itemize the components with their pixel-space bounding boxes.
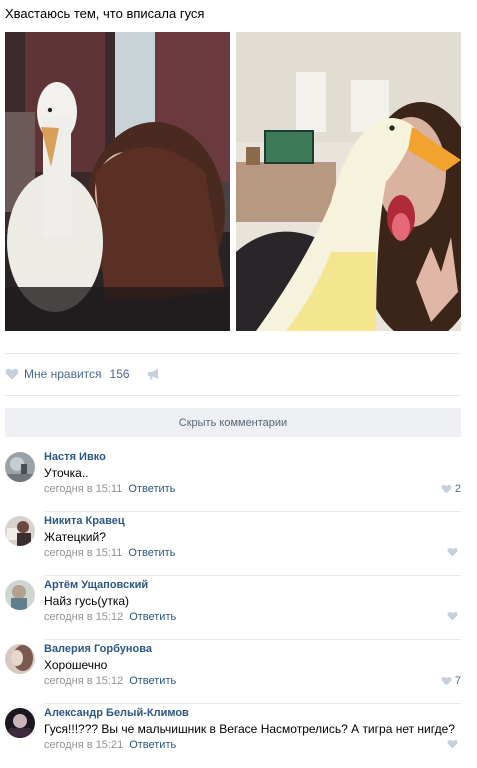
comment-text: Хорошечно (44, 658, 108, 672)
comment-time[interactable]: сегодня в 15:11 (44, 483, 122, 495)
duck-photo-1 (5, 32, 230, 331)
like-row[interactable]: Мне нравится 156 (5, 366, 161, 382)
hide-comments-button[interactable]: Скрыть комментарии (5, 408, 461, 437)
comment-time[interactable]: сегодня в 15:12 (44, 611, 123, 623)
reply-link[interactable]: Ответить (129, 739, 176, 751)
comment-like-count: 7 (454, 675, 461, 687)
comment-like-button[interactable]: 7 (441, 675, 461, 687)
comment-time[interactable]: сегодня в 15:11 (44, 547, 122, 559)
comment-text: Уточка.. (44, 466, 89, 480)
reply-link[interactable]: Ответить (128, 547, 175, 559)
comment-meta: сегодня в 15:11 Ответить (44, 483, 175, 495)
duck-photo-2 (236, 32, 461, 331)
comment-like-button[interactable]: 2 (441, 483, 461, 495)
comment-author[interactable]: Настя Ивко (44, 451, 106, 463)
comment-like-count: 2 (454, 483, 461, 495)
heart-icon[interactable] (447, 739, 458, 749)
comment: Настя Ивко Уточка.. сегодня в 15:11 Ответ… (5, 448, 461, 512)
heart-icon[interactable] (447, 611, 458, 621)
comment-text: Гуся!!!??? Вы че мальчишник в Вегасе Нас… (44, 722, 455, 736)
megaphone-icon[interactable] (147, 368, 161, 380)
comment-meta: сегодня в 15:12 Ответить (44, 675, 176, 687)
comment-like-button[interactable] (447, 611, 461, 621)
comment-text: Жатецкий? (44, 530, 106, 544)
avatar[interactable] (5, 580, 35, 610)
avatar[interactable] (5, 516, 35, 546)
reply-link[interactable]: Ответить (129, 611, 176, 623)
comment-author[interactable]: Валерия Горбунова (44, 643, 152, 655)
comment-meta: сегодня в 15:11 Ответить (44, 547, 175, 559)
heart-icon[interactable] (5, 368, 19, 380)
comment: Валерия Горбунова Хорошечно сегодня в 15… (5, 640, 461, 704)
comment-text: Найз гусь(утка) (44, 594, 130, 608)
comment-author[interactable]: Артём Ущаповский (44, 579, 148, 591)
comment-meta: сегодня в 15:21 Ответить (44, 739, 176, 751)
comment-time[interactable]: сегодня в 15:12 (44, 675, 123, 687)
post-photo-1[interactable] (5, 32, 230, 331)
heart-icon[interactable] (441, 484, 452, 494)
comment-author[interactable]: Александр Белый-Климов (44, 707, 189, 719)
reply-link[interactable]: Ответить (129, 675, 176, 687)
comment: Никита Кравец Жатецкий? сегодня в 15:11 О… (5, 512, 461, 576)
divider (5, 353, 461, 354)
like-label[interactable]: Мне нравится (24, 367, 102, 381)
comment: Артём Ущаповский Найз гусь(утка) сегодня… (5, 576, 461, 640)
avatar[interactable] (5, 708, 35, 738)
divider (5, 395, 461, 396)
avatar[interactable] (5, 644, 35, 674)
comment-like-button[interactable] (447, 547, 461, 557)
comment-author[interactable]: Никита Кравец (44, 515, 125, 527)
reply-link[interactable]: Ответить (128, 483, 175, 495)
heart-icon[interactable] (441, 676, 452, 686)
post-text: Хвастаюсь тем, что вписала гуся (5, 6, 205, 21)
avatar[interactable] (5, 452, 35, 482)
comment-time[interactable]: сегодня в 15:21 (44, 739, 123, 751)
heart-icon[interactable] (447, 547, 458, 557)
like-count: 156 (109, 367, 130, 381)
comment-meta: сегодня в 15:12 Ответить (44, 611, 176, 623)
comment-like-button[interactable] (447, 739, 461, 749)
post-photo-2[interactable] (236, 32, 461, 331)
comment: Александр Белый-Климов Гуся!!!??? Вы че … (5, 704, 461, 768)
